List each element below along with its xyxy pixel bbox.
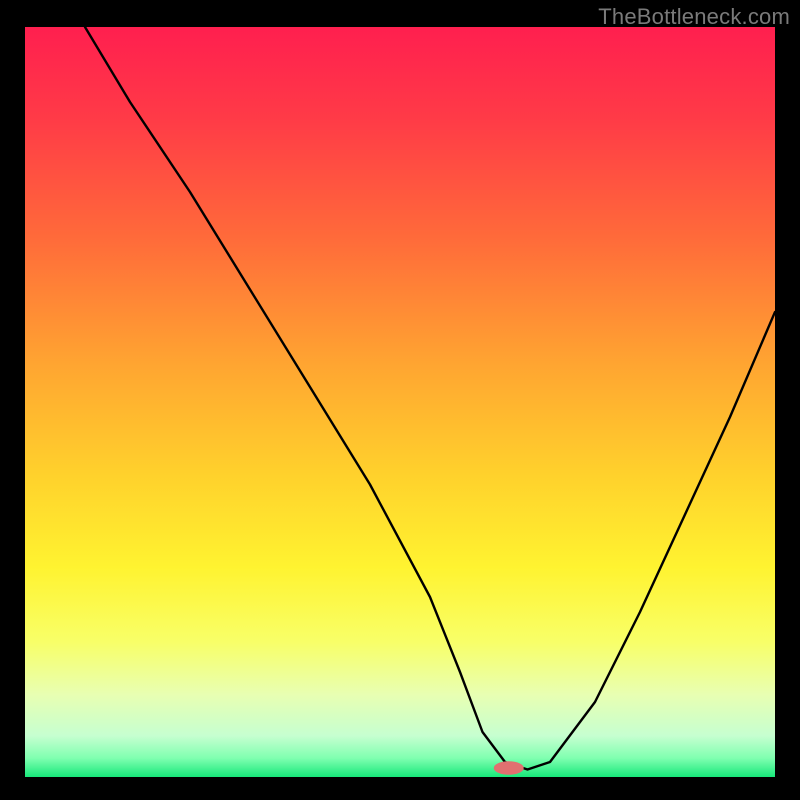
chart-frame: TheBottleneck.com xyxy=(0,0,800,800)
optimal-point-marker xyxy=(494,761,524,775)
bottleneck-chart xyxy=(25,27,775,777)
plot-area xyxy=(25,27,775,777)
gradient-background xyxy=(25,27,775,777)
